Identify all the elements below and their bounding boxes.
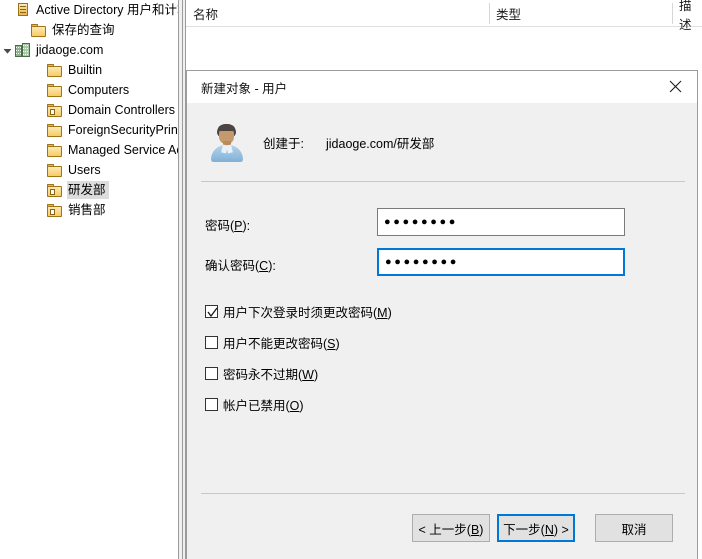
close-icon [669, 80, 681, 93]
tree-item-2[interactable]: jidaoge.com [0, 40, 178, 60]
console-root-icon [14, 2, 32, 18]
checkbox-cannot-change-password[interactable]: 用户不能更改密码(S) [205, 333, 340, 352]
created-in-path: jidaoge.com/研发部 [325, 136, 435, 151]
domain-icon [14, 42, 32, 58]
ou-folder-icon [46, 182, 64, 198]
chevron-down-icon[interactable] [0, 40, 14, 60]
check-icon [207, 307, 218, 318]
tree-twisty-empty [32, 180, 46, 200]
tree-twisty-empty [32, 160, 46, 180]
checkbox-password-never-expires[interactable]: 密码永不过期(W) [205, 364, 318, 383]
tree-item-3[interactable]: Builtin [0, 60, 178, 80]
checkbox-label: 用户下次登录时须更改密码(M) [223, 306, 392, 320]
new-object-user-dialog: 新建对象 - 用户 创建于: jidaoge.com/研发部 密码(P): ●●… [186, 70, 698, 559]
checkbox-box [205, 305, 218, 318]
checkbox-label: 用户不能更改密码(S) [223, 337, 340, 351]
tree-item-label: Managed Service Acco [68, 143, 178, 157]
folder-icon [46, 142, 64, 158]
dialog-header-area: 创建于: jidaoge.com/研发部 [187, 103, 697, 181]
cancel-button-label: 取消 [621, 522, 647, 537]
column-header-label: 名称 [193, 8, 219, 22]
console-tree-pane[interactable]: Active Directory 用户和计算机保存的查询 jidaoge.com B… [0, 0, 178, 559]
footer-divider [201, 493, 685, 494]
ou-folder-icon [46, 202, 64, 218]
password-input[interactable]: ●●●●●●●● [377, 208, 625, 236]
folder-icon [30, 22, 48, 38]
checkbox-label: 帐户已禁用(O) [223, 399, 304, 413]
back-button[interactable]: < 上一步(B) [412, 514, 490, 542]
column-divider[interactable] [672, 3, 673, 24]
checkbox-box [205, 367, 218, 380]
column-header-label: 类型 [496, 8, 522, 22]
tree-twisty-empty [0, 0, 14, 20]
tree-item-7[interactable]: Managed Service Acco [0, 140, 178, 160]
column-header-1[interactable]: 类型 [489, 0, 672, 27]
next-button[interactable]: 下一步(N) > [497, 514, 575, 542]
created-in-label: 创建于: [263, 136, 304, 151]
folder-icon [46, 82, 64, 98]
tree-item-label: Domain Controllers [68, 103, 175, 117]
column-divider[interactable] [489, 3, 490, 24]
folder-icon [46, 62, 64, 78]
tree-item-9[interactable]: 研发部 [0, 180, 178, 200]
tree-item-label: Builtin [68, 63, 103, 77]
column-header-label: 描述 [679, 0, 692, 32]
splitter-grip [182, 0, 183, 559]
tree-item-5[interactable]: Domain Controllers [0, 100, 178, 120]
folder-icon [46, 162, 64, 178]
dialog-title: 新建对象 - 用户 [201, 81, 288, 96]
column-header-2[interactable]: 描述 [672, 0, 702, 32]
tree-twisty-empty [32, 80, 46, 100]
tree-twisty-empty [32, 100, 46, 120]
tree-item-label: 销售部 [68, 203, 106, 217]
tree-twisty-empty [32, 120, 46, 140]
dialog-titlebar[interactable]: 新建对象 - 用户 [187, 71, 697, 103]
tree-item-label: Users [68, 163, 101, 177]
tree-item-1[interactable]: 保存的查询 [0, 20, 178, 40]
checkbox-box [205, 398, 218, 411]
tree-twisty-empty [32, 60, 46, 80]
back-button-label: < 上一步(B) [418, 522, 484, 537]
console-tree[interactable]: Active Directory 用户和计算机保存的查询 jidaoge.com B… [0, 0, 178, 220]
close-button[interactable] [653, 71, 697, 102]
list-column-header[interactable]: 名称 类型 描述 [186, 0, 702, 32]
tree-twisty-empty [32, 140, 46, 160]
user-avatar-icon [209, 122, 245, 162]
tree-item-label: 保存的查询 [52, 23, 115, 37]
tree-twisty-empty [32, 200, 46, 220]
tree-item-label: Active Directory 用户和计算机 [36, 3, 178, 17]
pane-splitter[interactable] [178, 0, 186, 559]
tree-item-6[interactable]: ForeignSecurityPrincipa [0, 120, 178, 140]
tree-item-label: jidaoge.com [36, 43, 104, 57]
confirm-password-label: 确认密码(C): [205, 259, 276, 273]
folder-icon [46, 122, 64, 138]
tree-item-8[interactable]: Users [0, 160, 178, 180]
password-label: 密码(P): [205, 219, 251, 233]
checkbox-box [205, 336, 218, 349]
tree-item-label: Computers [68, 83, 130, 97]
checkbox-label: 密码永不过期(W) [223, 368, 319, 382]
tree-item-label: 研发部 [67, 181, 109, 199]
app-window: Active Directory 用户和计算机保存的查询 jidaoge.com B… [0, 0, 702, 559]
tree-item-4[interactable]: Computers [0, 80, 178, 100]
checkbox-must-change-password[interactable]: 用户下次登录时须更改密码(M) [205, 302, 392, 321]
tree-item-10[interactable]: 销售部 [0, 200, 178, 220]
confirm-password-input[interactable]: ●●●●●●●● [377, 248, 625, 276]
ou-folder-icon [46, 102, 64, 118]
tree-item-0[interactable]: Active Directory 用户和计算机 [0, 0, 178, 20]
tree-item-label: ForeignSecurityPrincipa [68, 123, 178, 137]
next-button-label: 下一步(N) > [503, 522, 569, 537]
checkbox-account-disabled[interactable]: 帐户已禁用(O) [205, 395, 304, 414]
tree-twisty-empty [16, 20, 30, 40]
cancel-button[interactable]: 取消 [595, 514, 673, 542]
header-divider [201, 181, 685, 182]
column-header-0[interactable]: 名称 [186, 0, 489, 27]
